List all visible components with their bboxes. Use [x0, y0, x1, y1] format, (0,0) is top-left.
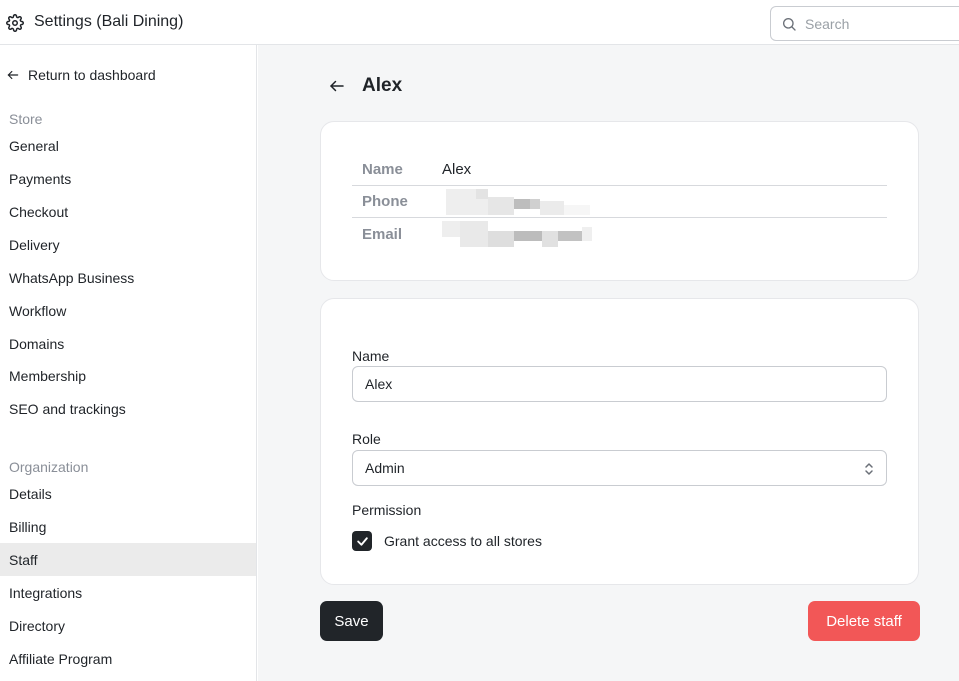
name-input[interactable]: [352, 366, 887, 402]
main-content: Alex Name Alex Phone Email Name Alex Rol…: [258, 45, 959, 681]
sidebar-item-seo-and-trackings[interactable]: SEO and trackings: [0, 392, 256, 425]
sidebar-item-whatsapp-business[interactable]: WhatsApp Business: [0, 261, 256, 294]
info-name-key: Name: [362, 161, 403, 178]
back-arrow-icon[interactable]: [328, 77, 346, 95]
page-title: Alex: [362, 75, 403, 96]
sidebar-item-general[interactable]: General: [0, 129, 256, 162]
info-email-key: Email: [362, 225, 403, 243]
grant-access-checkbox[interactable]: [352, 531, 372, 551]
info-name-value: Alex: [442, 161, 472, 178]
arrow-left-icon: [7, 70, 19, 80]
return-to-dashboard-link[interactable]: Return to dashboard: [6, 66, 156, 84]
delete-staff-button[interactable]: Delete staff: [808, 601, 920, 641]
check-icon: [356, 536, 368, 546]
sidebar-item-delivery[interactable]: Delivery: [0, 228, 256, 261]
staff-info-card: Name Alex Phone Email: [320, 121, 919, 281]
store-section-label: Store: [9, 111, 43, 127]
sidebar-item-payments[interactable]: Payments: [0, 162, 256, 195]
sidebar-item-integrations[interactable]: Integrations: [0, 576, 256, 609]
redacted-email: [436, 221, 596, 247]
sidebar-item-affiliate-program[interactable]: Affiliate Program: [0, 642, 256, 675]
save-button[interactable]: Save: [320, 601, 383, 641]
info-row-phone: Phone: [352, 186, 887, 218]
staff-edit-form-card: Name Role Admin Permission Grant access …: [320, 298, 919, 585]
redacted-phone: [436, 188, 596, 215]
sidebar-item-domains[interactable]: Domains: [0, 327, 256, 360]
organization-section-label: Organization: [9, 459, 89, 475]
info-row-name: Name Alex: [352, 154, 887, 186]
permission-label: Permission: [352, 502, 422, 518]
sidebar: Return to dashboard Store General Paymen…: [0, 45, 257, 681]
search-box[interactable]: [770, 6, 959, 41]
sidebar-item-directory[interactable]: Directory: [0, 609, 256, 642]
sidebar-item-checkout[interactable]: Checkout: [0, 195, 256, 228]
sidebar-item-membership[interactable]: Membership: [0, 359, 256, 392]
search-icon: [783, 18, 796, 31]
page-heading: Alex: [328, 75, 402, 97]
chevron-up-down-icon: [865, 463, 873, 475]
info-phone-key: Phone: [362, 193, 408, 210]
sidebar-item-staff[interactable]: Staff: [0, 543, 256, 576]
role-select-value: Admin: [365, 460, 405, 476]
name-field-label: Name: [352, 348, 390, 364]
grant-access-all-stores-option[interactable]: Grant access to all stores: [352, 531, 542, 551]
gear-icon: [6, 14, 24, 32]
grant-access-label: Grant access to all stores: [384, 533, 542, 549]
sidebar-item-details[interactable]: Details: [0, 477, 256, 510]
sidebar-item-billing[interactable]: Billing: [0, 510, 256, 543]
info-row-email: Email: [352, 218, 887, 250]
search-input[interactable]: [805, 14, 955, 34]
return-to-dashboard-label: Return to dashboard: [28, 67, 156, 83]
page-header-title: Settings (Bali Dining): [34, 13, 184, 30]
top-bar: Settings (Bali Dining): [0, 0, 959, 45]
sidebar-item-workflow[interactable]: Workflow: [0, 294, 256, 327]
role-select[interactable]: Admin: [352, 450, 887, 486]
role-field-label: Role: [352, 431, 381, 447]
